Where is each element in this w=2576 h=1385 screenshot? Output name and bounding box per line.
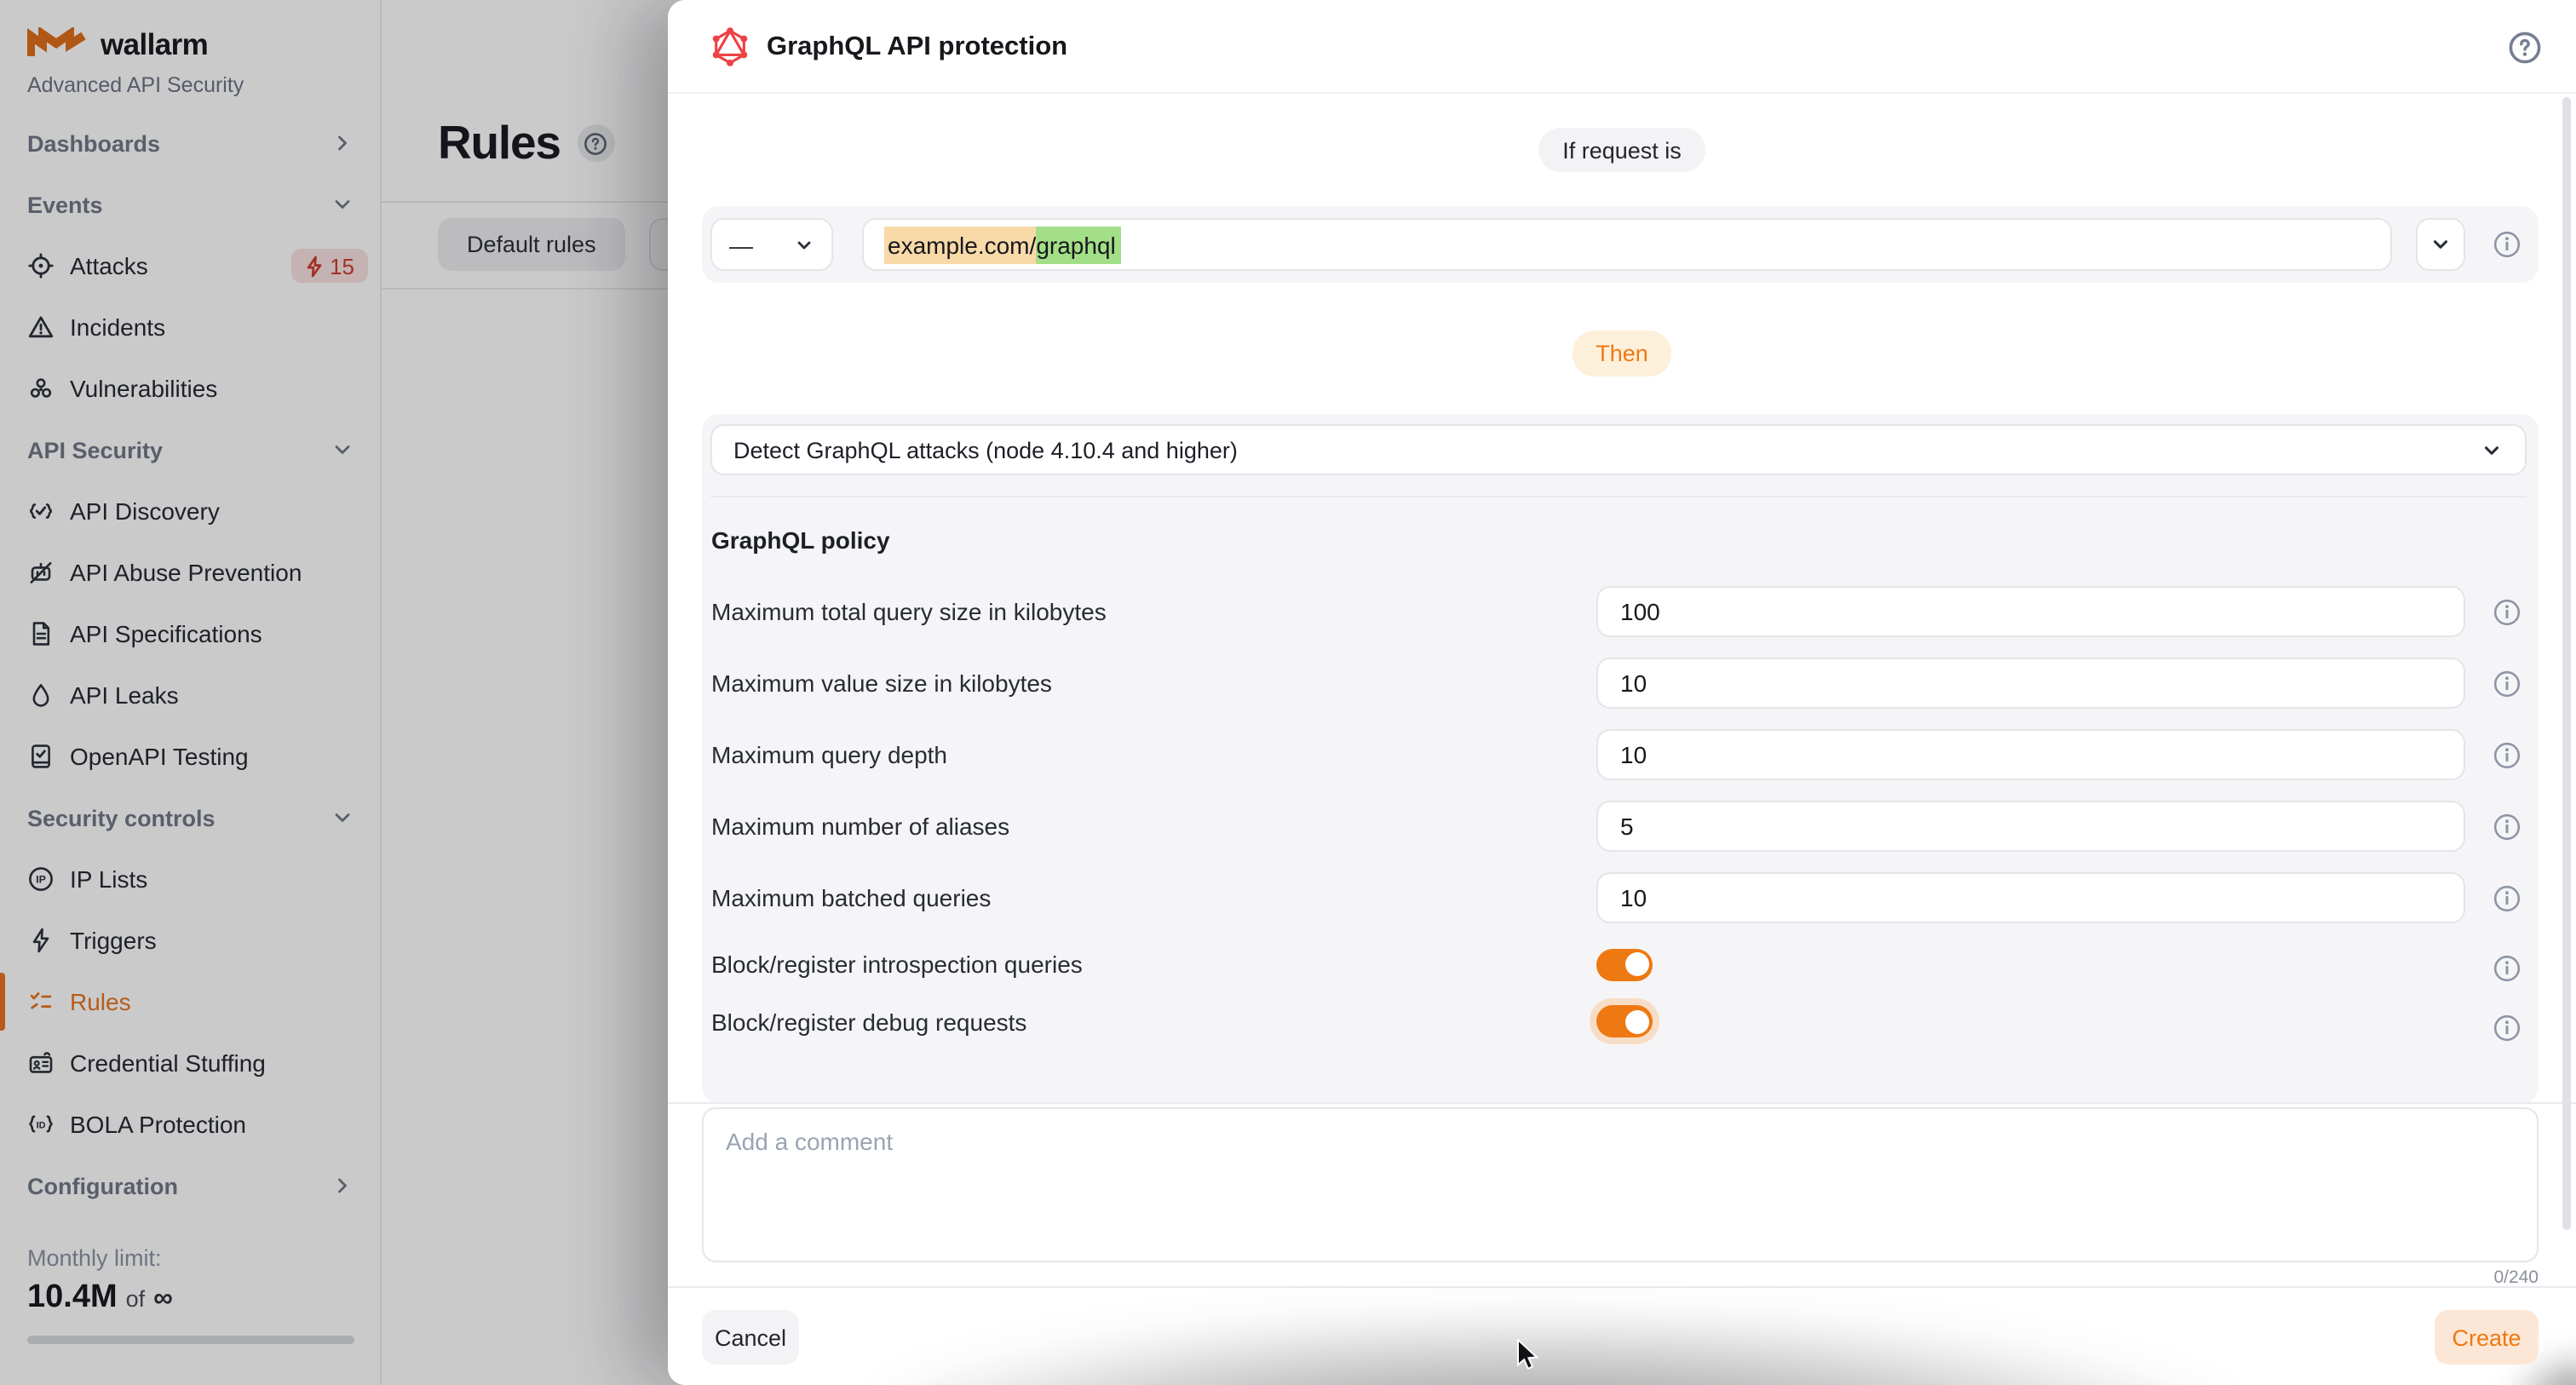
field-label: Maximum number of aliases [711,801,1009,852]
policy-heading: GraphQL policy [711,526,890,554]
action-panel: Detect GraphQL attacks (node 4.10.4 and … [702,414,2539,1104]
info-icon[interactable] [2492,1014,2521,1043]
field-label: Maximum batched queries [711,872,991,923]
toggle-label: Block/register debug requests [711,1005,1026,1037]
max-query-depth-input[interactable] [1596,729,2465,780]
condition-expand-button[interactable] [2416,218,2465,271]
max-value-size-input[interactable] [1596,658,2465,709]
field-label: Maximum total query size in kilobytes [711,586,1107,637]
modal-help-icon[interactable] [2506,29,2544,66]
uri-path-token: graphql [1036,226,1120,263]
info-icon[interactable] [2492,812,2521,841]
action-select[interactable]: Detect GraphQL attacks (node 4.10.4 and … [710,424,2526,475]
create-button[interactable]: Create [2435,1310,2539,1365]
modal-title: GraphQL API protection [767,32,1067,62]
info-icon[interactable] [2492,883,2521,912]
introspection-toggle[interactable] [1596,948,1653,980]
divider [668,1286,2576,1288]
max-aliases-input[interactable] [1596,801,2465,852]
app-root: wallarm Advanced API Security Dashboards… [0,0,2576,1385]
comment-counter: 0/240 [2493,1267,2539,1288]
max-batched-queries-input[interactable] [1596,872,2465,923]
field-label: Maximum value size in kilobytes [711,658,1052,709]
divider [668,1102,2576,1104]
info-icon[interactable] [2492,954,2521,983]
toggle-knob [1624,1009,1648,1033]
graphql-protection-modal: GraphQL API protection If request is — e… [668,0,2576,1385]
chevron-down-icon [2429,233,2452,256]
divider [710,496,2526,497]
field-label: Maximum query depth [711,729,947,780]
max-total-query-size-input[interactable] [1596,586,2465,637]
cancel-button[interactable]: Cancel [702,1310,799,1365]
condition-operator-select[interactable]: — [710,218,833,271]
chevron-down-icon [794,234,814,255]
then-pill: Then [1572,330,1672,376]
modal-scrollbar[interactable] [2562,97,2571,1230]
info-icon[interactable] [2492,597,2521,626]
uri-input[interactable]: example.com/graphql [862,218,2392,271]
condition-row: — example.com/graphql [702,206,2539,283]
info-icon[interactable] [2492,669,2521,698]
info-icon[interactable] [2492,740,2521,769]
debug-requests-toggle[interactable] [1596,1005,1653,1037]
modal-header: GraphQL API protection [668,0,2576,94]
chevron-down-icon [2480,439,2502,461]
info-icon[interactable] [2493,230,2521,259]
toggle-knob [1624,952,1648,976]
mouse-cursor [1516,1339,1540,1382]
comment-textarea[interactable] [702,1107,2539,1262]
uri-domain-token: example.com/ [884,226,1036,263]
if-request-is-pill: If request is [1538,128,1705,172]
bottom-shadow [889,1313,2252,1385]
graphql-icon [710,27,750,66]
toggle-label: Block/register introspection queries [711,948,1083,980]
